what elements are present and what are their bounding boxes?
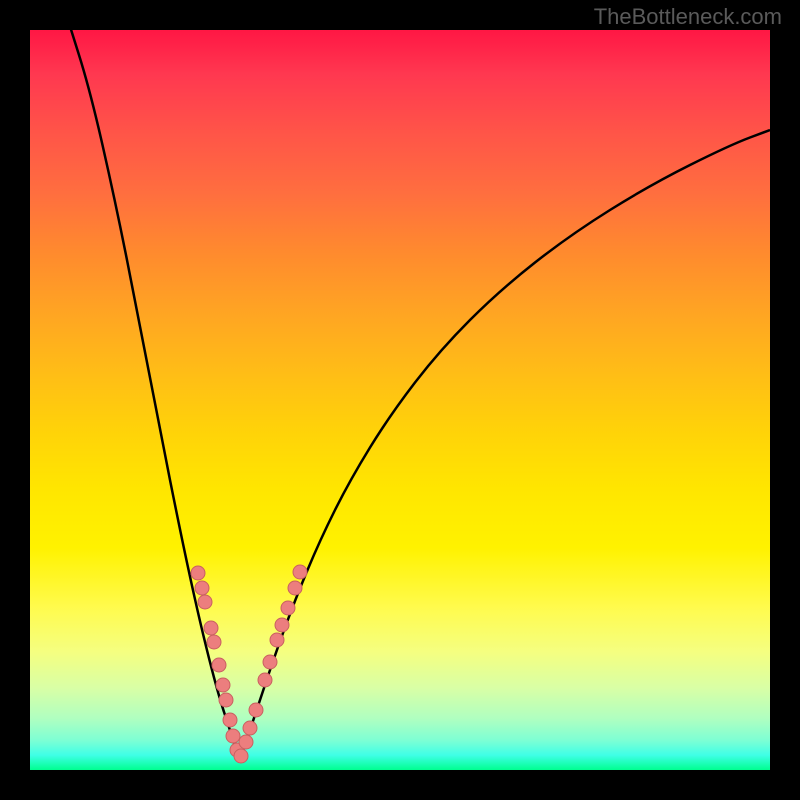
- data-dot: [258, 673, 272, 687]
- data-dot: [223, 713, 237, 727]
- chart-svg: [30, 30, 770, 770]
- data-dot: [204, 621, 218, 635]
- bottleneck-curve: [68, 30, 770, 756]
- data-dot: [281, 601, 295, 615]
- data-dot: [216, 678, 230, 692]
- data-dots-group: [191, 565, 307, 763]
- watermark-text: TheBottleneck.com: [594, 4, 782, 30]
- data-dot: [195, 581, 209, 595]
- data-dot: [239, 735, 253, 749]
- data-dot: [263, 655, 277, 669]
- data-dot: [198, 595, 212, 609]
- data-dot: [234, 749, 248, 763]
- data-dot: [191, 566, 205, 580]
- data-dot: [243, 721, 257, 735]
- chart-container: TheBottleneck.com: [0, 0, 800, 800]
- data-dot: [270, 633, 284, 647]
- data-dot: [293, 565, 307, 579]
- data-dot: [207, 635, 221, 649]
- data-dot: [212, 658, 226, 672]
- data-dot: [288, 581, 302, 595]
- data-dot: [219, 693, 233, 707]
- plot-area: [30, 30, 770, 770]
- data-dot: [249, 703, 263, 717]
- data-dot: [226, 729, 240, 743]
- data-dot: [275, 618, 289, 632]
